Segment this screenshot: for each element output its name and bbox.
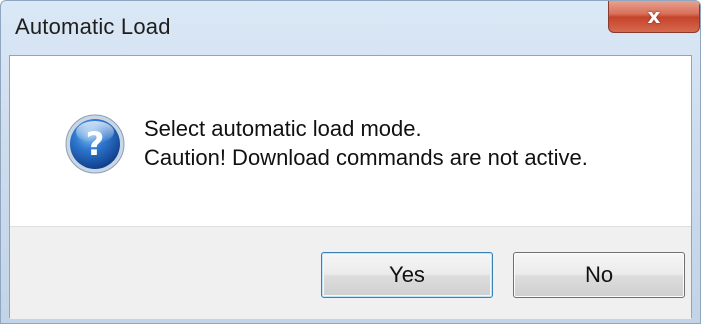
close-button[interactable]: x bbox=[608, 1, 700, 33]
question-glyph: ? bbox=[86, 125, 105, 163]
dialog-window: Automatic Load x ? Select automatic load… bbox=[0, 0, 701, 324]
dialog-client-area: ? Select automatic load mode. Caution! D… bbox=[9, 55, 692, 319]
question-icon: ? bbox=[65, 114, 125, 174]
message-line-2: Caution! Download commands are not activ… bbox=[144, 145, 588, 170]
message-area: ? Select automatic load mode. Caution! D… bbox=[10, 56, 691, 226]
message-line-1: Select automatic load mode. bbox=[144, 116, 422, 141]
window-title: Automatic Load bbox=[15, 14, 171, 39]
title-bar[interactable]: Automatic Load x bbox=[1, 1, 700, 53]
yes-button[interactable]: Yes bbox=[321, 252, 493, 298]
no-button[interactable]: No bbox=[513, 252, 685, 298]
close-icon: x bbox=[647, 4, 661, 28]
button-bar: Yes No bbox=[10, 226, 691, 319]
